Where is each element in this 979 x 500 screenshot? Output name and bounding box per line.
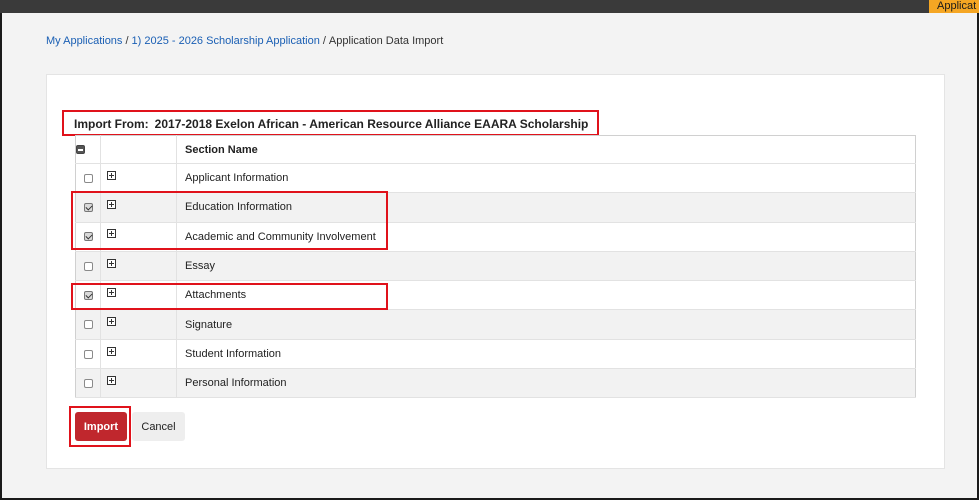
section-checkbox[interactable] bbox=[83, 290, 93, 300]
table-row: Education Information bbox=[75, 192, 916, 223]
row-checkbox-cell bbox=[75, 280, 101, 311]
table-row: Student Information bbox=[75, 339, 916, 370]
expand-plus-icon[interactable] bbox=[107, 346, 116, 356]
table-row: Academic and Community Involvement bbox=[75, 222, 916, 252]
import-from-label: Import From: bbox=[74, 117, 149, 131]
row-expand-cell bbox=[100, 222, 177, 252]
section-name: Signature bbox=[176, 309, 916, 340]
row-checkbox-cell bbox=[75, 309, 101, 340]
section-checkbox[interactable] bbox=[83, 320, 93, 330]
expand-plus-icon[interactable] bbox=[107, 229, 116, 239]
table-row: Personal Information bbox=[75, 368, 916, 399]
table-row: Signature bbox=[75, 309, 916, 340]
top-bar: Applicat bbox=[0, 0, 979, 13]
section-checkbox[interactable] bbox=[83, 349, 93, 359]
import-button[interactable]: Import bbox=[75, 412, 127, 441]
breadcrumb-my-applications[interactable]: My Applications bbox=[46, 35, 122, 47]
breadcrumb-separator: / bbox=[322, 35, 326, 47]
table-row: Essay bbox=[75, 251, 916, 282]
row-checkbox-cell bbox=[75, 251, 101, 282]
row-expand-cell bbox=[100, 163, 177, 194]
sections-table-body: Applicant Information Education Informati… bbox=[75, 163, 916, 399]
cancel-button[interactable]: Cancel bbox=[132, 412, 185, 441]
row-checkbox-cell bbox=[75, 222, 101, 252]
breadcrumb-current: Application Data Import bbox=[328, 35, 444, 47]
section-checkbox[interactable] bbox=[83, 261, 93, 271]
row-expand-cell bbox=[100, 339, 177, 370]
row-expand-cell bbox=[100, 251, 177, 282]
select-all-checkbox[interactable] bbox=[76, 145, 85, 155]
row-expand-cell bbox=[100, 192, 177, 223]
row-expand-cell bbox=[100, 280, 177, 311]
section-name: Attachments bbox=[176, 280, 916, 311]
section-name: Applicant Information bbox=[176, 163, 916, 194]
expand-plus-icon[interactable] bbox=[107, 287, 116, 297]
section-checkbox[interactable] bbox=[83, 232, 93, 242]
row-checkbox-cell bbox=[75, 163, 101, 194]
expand-plus-icon[interactable] bbox=[107, 317, 116, 327]
expand-plus-icon[interactable] bbox=[107, 258, 116, 268]
row-expand-cell bbox=[100, 368, 177, 399]
import-from-value: 2017-2018 Exelon African - American Reso… bbox=[154, 117, 589, 131]
section-checkbox[interactable] bbox=[83, 173, 93, 183]
header-select-all-cell bbox=[75, 135, 101, 164]
import-from-heading: Import From: 2017-2018 Exelon African - A… bbox=[74, 117, 588, 131]
section-checkbox[interactable] bbox=[83, 378, 93, 388]
section-checkbox[interactable] bbox=[83, 203, 93, 213]
breadcrumb-separator: / bbox=[125, 35, 129, 47]
top-tab-applications[interactable]: Applicat bbox=[929, 0, 979, 13]
header-expand-cell bbox=[100, 135, 177, 164]
breadcrumb: My Applications/1) 2025 - 2026 Scholarsh… bbox=[46, 35, 443, 47]
section-name-header: Section Name bbox=[176, 135, 916, 164]
expand-plus-icon[interactable] bbox=[107, 200, 116, 210]
section-name: Personal Information bbox=[176, 368, 916, 399]
table-header-row: Section Name bbox=[75, 135, 916, 164]
expand-plus-icon[interactable] bbox=[107, 375, 116, 385]
section-name: Education Information bbox=[176, 192, 916, 223]
row-expand-cell bbox=[100, 309, 177, 340]
breadcrumb-scholarship-application[interactable]: 1) 2025 - 2026 Scholarship Application bbox=[132, 35, 320, 47]
row-checkbox-cell bbox=[75, 192, 101, 223]
table-row: Attachments bbox=[75, 280, 916, 311]
row-checkbox-cell bbox=[75, 368, 101, 399]
expand-plus-icon[interactable] bbox=[107, 170, 116, 180]
section-name: Student Information bbox=[176, 339, 916, 370]
row-checkbox-cell bbox=[75, 339, 101, 370]
section-name: Academic and Community Involvement bbox=[176, 222, 916, 252]
table-row: Applicant Information bbox=[75, 163, 916, 194]
sections-table: Section Name Applicant Information Educat… bbox=[75, 135, 916, 399]
section-name: Essay bbox=[176, 251, 916, 282]
